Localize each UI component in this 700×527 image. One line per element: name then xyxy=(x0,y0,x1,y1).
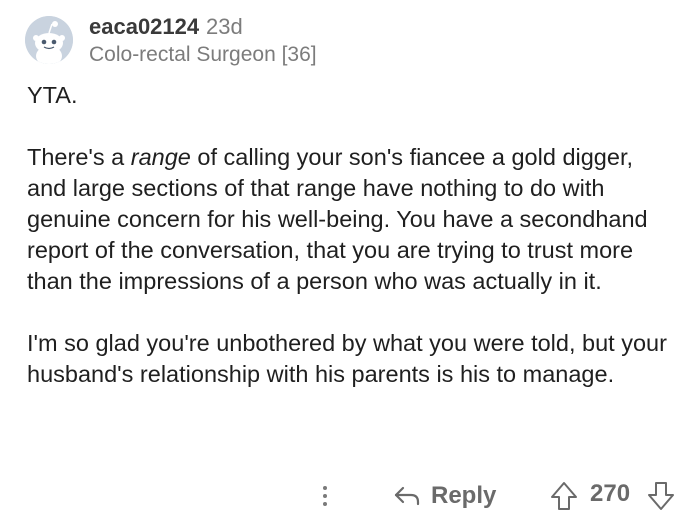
downvote-arrow-icon[interactable] xyxy=(646,480,676,512)
paragraph: I'm so glad you're unbothered by what yo… xyxy=(27,330,667,387)
emphasis-text: range xyxy=(130,144,191,170)
reply-arrow-icon xyxy=(394,486,420,506)
more-vertical-icon[interactable] xyxy=(318,482,332,510)
paragraph-text: There's a xyxy=(27,144,131,170)
upvote-arrow-icon[interactable] xyxy=(549,480,579,512)
reddit-snoo-icon xyxy=(25,16,73,64)
avatar[interactable] xyxy=(25,16,73,64)
comment-body: YTA. There's a range of calling your son… xyxy=(27,80,677,390)
comment-age: 23d xyxy=(206,14,243,39)
user-flair: Colo-rectal Surgeon [36] xyxy=(89,43,317,66)
paragraph: YTA. xyxy=(27,82,78,108)
comment-actions: Reply 270 xyxy=(0,476,700,516)
reply-label: Reply xyxy=(431,482,497,509)
vote-score: 270 xyxy=(590,480,631,507)
reply-button[interactable]: Reply xyxy=(393,478,496,514)
username[interactable]: eaca02124 xyxy=(89,14,199,40)
paragraph: There's a range of calling your son's fi… xyxy=(27,142,677,297)
